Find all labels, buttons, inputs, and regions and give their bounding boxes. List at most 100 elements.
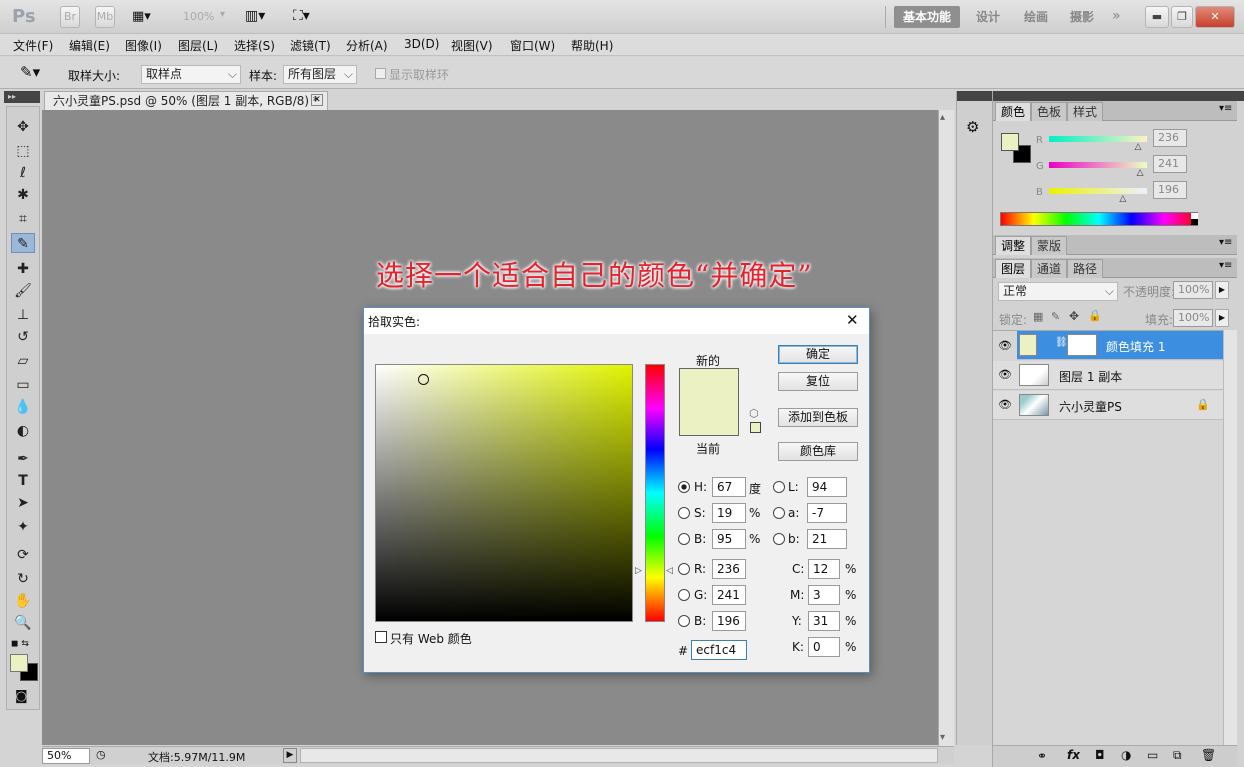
- quick-selection-tool-icon[interactable]: ✱: [11, 185, 35, 205]
- move-tool-icon[interactable]: ✥: [11, 117, 35, 137]
- tab-layers[interactable]: 图层: [995, 259, 1032, 278]
- g-value-field[interactable]: 241: [1153, 155, 1187, 173]
- history-brush-tool-icon[interactable]: ↺: [11, 327, 35, 347]
- hex-field[interactable]: ecf1c4: [691, 640, 747, 660]
- sample-size-select[interactable]: 取样点 ⌵: [141, 65, 241, 84]
- minimize-button[interactable]: ▬: [1145, 6, 1169, 28]
- workspace-painting[interactable]: 绘画: [1016, 6, 1056, 28]
- status-info-icon[interactable]: ◷: [96, 748, 106, 761]
- layer-row-copy[interactable]: 👁 图层 1 副本: [993, 361, 1223, 390]
- lock-all-icon[interactable]: 🔒: [1088, 309, 1102, 322]
- menu-image[interactable]: 图像(I): [125, 37, 162, 54]
- document-tab[interactable]: 六小灵童PS.psd @ 50% (图层 1 副本, RGB/8) * ✕: [44, 91, 328, 110]
- b-slider-thumb[interactable]: △: [1119, 194, 1126, 204]
- black-field[interactable]: 0: [808, 637, 840, 657]
- out-of-gamut-cube-icon[interactable]: ⬡: [749, 407, 759, 420]
- close-tab-icon[interactable]: ✕: [311, 94, 323, 106]
- blur-tool-icon[interactable]: 💧: [11, 397, 35, 417]
- menu-3d[interactable]: 3D(D): [404, 37, 439, 51]
- quick-mask-icon[interactable]: ◙: [15, 689, 28, 704]
- lab-b-radio[interactable]: [773, 533, 785, 545]
- tab-masks[interactable]: 蒙版: [1031, 236, 1068, 255]
- lock-position-icon[interactable]: ✥: [1069, 309, 1079, 323]
- color-spectrum-ramp[interactable]: [1000, 212, 1198, 226]
- lab-b-field[interactable]: 21: [807, 529, 847, 549]
- color-field-picker-ring[interactable]: [418, 374, 429, 385]
- g-slider-track[interactable]: [1049, 162, 1147, 168]
- zoom-tool-icon[interactable]: 🔍: [11, 613, 35, 633]
- web-colors-only-checkbox[interactable]: [375, 631, 387, 643]
- magenta-field[interactable]: 3: [808, 585, 840, 605]
- pen-tool-icon[interactable]: ✒: [11, 449, 35, 469]
- brightness-field[interactable]: 95: [712, 529, 746, 549]
- saturation-radio[interactable]: [678, 507, 690, 519]
- type-tool-icon[interactable]: T: [11, 471, 35, 491]
- eye-icon[interactable]: 👁: [997, 398, 1013, 412]
- yellow-field[interactable]: 31: [808, 611, 840, 631]
- scroll-down-icon[interactable]: ▾: [940, 732, 945, 743]
- menu-help[interactable]: 帮助(H): [571, 37, 613, 54]
- new-group-icon[interactable]: ▭: [1147, 748, 1158, 762]
- crop-tool-icon[interactable]: ⌗: [11, 209, 35, 229]
- default-colors-icon[interactable]: ◼ ⇆: [11, 639, 29, 649]
- lab-a-field[interactable]: -7: [807, 503, 847, 523]
- saturation-brightness-field[interactable]: [375, 364, 633, 622]
- mini-bridge-button[interactable]: Mb: [95, 6, 115, 28]
- path-selection-tool-icon[interactable]: ➤: [11, 493, 35, 513]
- dodge-tool-icon[interactable]: ◐: [11, 421, 35, 441]
- panel-menu-icon[interactable]: ▾≡: [1219, 237, 1232, 248]
- vertical-scrollbar[interactable]: [938, 110, 954, 746]
- clone-stamp-tool-icon[interactable]: ⊥: [11, 305, 35, 325]
- green-field[interactable]: 241: [712, 585, 746, 605]
- reset-button[interactable]: 复位: [778, 372, 858, 391]
- color-libraries-button[interactable]: 颜色库: [778, 442, 858, 461]
- more-workspaces-icon[interactable]: »: [1112, 8, 1121, 24]
- workspace-essentials[interactable]: 基本功能: [894, 6, 960, 28]
- healing-brush-tool-icon[interactable]: ✚: [11, 259, 35, 279]
- view-extras-icon[interactable]: ▦▾: [132, 9, 162, 25]
- tab-paths[interactable]: 路径: [1067, 259, 1104, 278]
- blue-field[interactable]: 196: [712, 611, 746, 631]
- tab-swatches[interactable]: 色板: [1031, 102, 1068, 121]
- color-panel-fg-swatch[interactable]: [1001, 133, 1019, 151]
- r-value-field[interactable]: 236: [1153, 129, 1187, 147]
- marquee-tool-icon[interactable]: ⬚: [11, 141, 35, 161]
- fx-icon[interactable]: fx: [1067, 748, 1080, 762]
- g-slider-thumb[interactable]: △: [1137, 168, 1144, 178]
- 3d-orbit-tool-icon[interactable]: ↻: [11, 569, 35, 589]
- b-value-field[interactable]: 196: [1153, 181, 1187, 199]
- arrange-documents-icon[interactable]: ▥▾: [245, 8, 265, 24]
- brush-tool-icon[interactable]: 🖌: [11, 281, 35, 301]
- bridge-button[interactable]: Br: [60, 6, 80, 28]
- panel-menu-icon[interactable]: ▾≡: [1219, 260, 1232, 271]
- 3d-rotate-tool-icon[interactable]: ⟳: [11, 545, 35, 565]
- menu-window[interactable]: 窗口(W): [510, 37, 555, 54]
- workspace-design[interactable]: 设计: [968, 6, 1008, 28]
- ramp-white-black[interactable]: [1191, 213, 1198, 225]
- gradient-tool-icon[interactable]: ▭: [11, 375, 35, 395]
- screen-mode-icon[interactable]: ⛶▾: [293, 8, 310, 24]
- maximize-button[interactable]: ❐: [1171, 6, 1193, 28]
- workspace-photography[interactable]: 摄影: [1062, 6, 1102, 28]
- tab-color[interactable]: 颜色: [995, 102, 1032, 121]
- menu-view[interactable]: 视图(V): [451, 37, 493, 54]
- menu-select[interactable]: 选择(S): [234, 37, 275, 54]
- tab-channels[interactable]: 通道: [1031, 259, 1068, 278]
- b-slider-track[interactable]: [1049, 188, 1147, 194]
- sample-select[interactable]: 所有图层 ⌵: [283, 65, 357, 84]
- menu-layer[interactable]: 图层(L): [178, 37, 218, 54]
- tab-adjustments[interactable]: 调整: [995, 236, 1032, 255]
- close-window-button[interactable]: ✕: [1195, 6, 1235, 28]
- menu-filter[interactable]: 滤镜(T): [290, 37, 331, 54]
- trash-icon[interactable]: 🗑: [1201, 748, 1216, 762]
- panel-menu-icon[interactable]: ▾≡: [1219, 103, 1232, 114]
- menu-file[interactable]: 文件(F): [13, 37, 53, 54]
- red-field[interactable]: 236: [712, 559, 746, 579]
- collapsed-panel-header[interactable]: [957, 91, 993, 101]
- lasso-tool-icon[interactable]: ℓ: [11, 163, 35, 183]
- dock-header[interactable]: [993, 91, 1244, 101]
- lock-transparency-icon[interactable]: ▦: [1033, 310, 1043, 323]
- lab-a-radio[interactable]: [773, 507, 785, 519]
- new-layer-icon[interactable]: ⧉: [1173, 748, 1182, 763]
- blue-radio[interactable]: [678, 615, 690, 627]
